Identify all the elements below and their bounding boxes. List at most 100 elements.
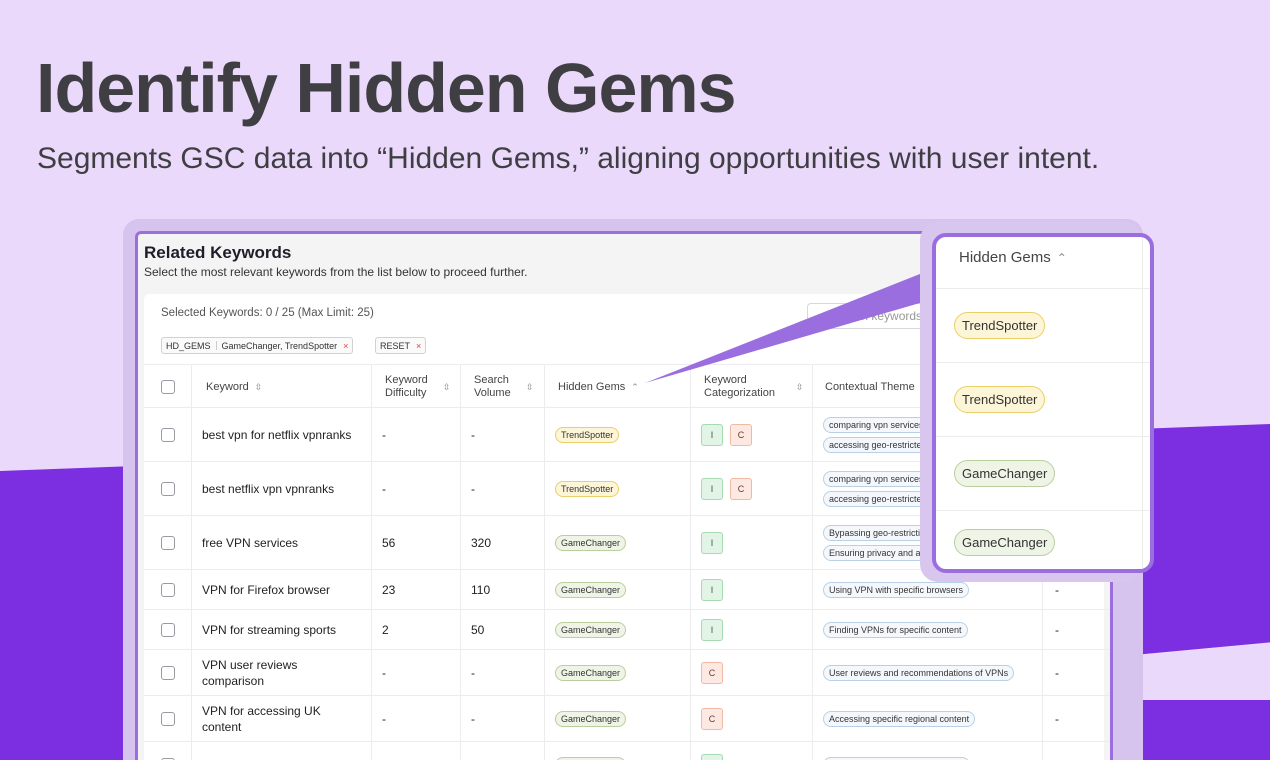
sort-icon[interactable]: ⇳ [796, 382, 804, 393]
difficulty-cell: 2 [372, 610, 461, 649]
sort-icon[interactable]: ⇳ [526, 382, 534, 393]
category-badge: I [701, 477, 723, 500]
theme-cell: Troubleshooting VPN connectivity [813, 742, 1043, 760]
gem-badge: TrendSpotter [555, 480, 620, 497]
keyword-text: VPN troubleshooting guide [202, 757, 345, 760]
zoom-divider [1142, 237, 1143, 569]
select-all-checkbox[interactable] [160, 380, 175, 394]
volume-value: - [471, 665, 475, 680]
gem-badge: GameChanger [555, 581, 627, 598]
col-difficulty[interactable]: Keyword Difficulty ⇳ [372, 365, 461, 409]
extra-value: - [1055, 622, 1059, 637]
card-title: Related Keywords [144, 243, 292, 262]
difficulty-value: - [382, 427, 386, 442]
difficulty-value: - [382, 665, 386, 680]
categorization-cell: I [691, 570, 813, 609]
extra-cell: - [1043, 696, 1110, 741]
theme-tag: accessing geo-restricte [823, 436, 930, 453]
row-select-cell [144, 570, 192, 609]
row-checkbox[interactable] [160, 427, 175, 442]
table-row[interactable]: VPN troubleshooting guide 12 10 GameChan… [144, 742, 1110, 760]
card-subtitle: Select the most relevant keywords from t… [144, 265, 528, 279]
difficulty-cell: - [372, 462, 461, 515]
hidden-gem-cell: GameChanger [545, 650, 691, 695]
gem-badge: GameChanger [954, 460, 1056, 487]
categorization-cell: I [691, 742, 813, 760]
table-row[interactable]: VPN user reviews comparison - - GameChan… [144, 650, 1110, 696]
chip-key: HD_GEMS [166, 341, 211, 351]
keyword-cell: VPN for Firefox browser [192, 570, 372, 609]
extra-value: - [1055, 665, 1059, 680]
gem-badge: TrendSpotter [954, 386, 1046, 413]
category-badge: C [730, 423, 752, 446]
zoom-header[interactable]: Hidden Gems ⌃ [936, 237, 1150, 289]
table-row[interactable]: VPN for streaming sports 2 50 GameChange… [144, 610, 1110, 650]
col-label: Search Volume [474, 374, 511, 399]
hero-subtitle: Segments GSC data into “Hidden Gems,” al… [37, 142, 1100, 175]
difficulty-cell: 23 [372, 570, 461, 609]
row-select-cell [144, 742, 192, 760]
theme-tag: Bypassing geo-restricti [823, 524, 932, 541]
categorization-cell: I [691, 516, 813, 569]
hidden-gem-cell: TrendSpotter [545, 408, 691, 461]
category-badge: I [701, 531, 723, 554]
volume-value: - [471, 711, 475, 726]
categorization-cell: IC [691, 462, 813, 515]
zoom-row: TrendSpotter [936, 289, 1150, 363]
keyword-cell: VPN for streaming sports [192, 610, 372, 649]
sort-up-icon[interactable]: ⌃ [1057, 251, 1067, 265]
row-checkbox[interactable] [160, 481, 175, 496]
row-checkbox[interactable] [160, 711, 175, 726]
hidden-gem-cell: TrendSpotter [545, 462, 691, 515]
row-checkbox[interactable] [160, 665, 175, 680]
volume-value: - [471, 481, 475, 496]
table-row[interactable]: VPN for accessing UK content - - GameCha… [144, 696, 1110, 742]
sort-icon[interactable]: ⇳ [443, 382, 451, 393]
close-icon[interactable]: × [416, 341, 421, 351]
hidden-gem-cell: GameChanger [545, 696, 691, 741]
col-categorization[interactable]: Keyword Categorization ⇳ [691, 365, 813, 409]
col-hidden-gems[interactable]: Hidden Gems ⌃ [545, 365, 691, 409]
row-select-cell [144, 610, 192, 649]
row-select-cell [144, 462, 192, 515]
col-label: Keyword [206, 381, 249, 393]
row-checkbox[interactable] [160, 582, 175, 597]
zoom-header-label: Hidden Gems [959, 249, 1051, 266]
col-keyword[interactable]: Keyword ⇳ [192, 365, 372, 409]
hidden-gem-cell: GameChanger [545, 742, 691, 760]
keyword-cell: VPN for accessing UK content [192, 696, 372, 741]
close-icon[interactable]: × [343, 341, 348, 351]
theme-tag: comparing vpn services [823, 416, 930, 433]
volume-cell: 50 [461, 610, 545, 649]
gem-badge: TrendSpotter [555, 426, 620, 443]
hidden-gems-zoom: Hidden Gems ⌃ TrendSpotter TrendSpotter G… [932, 233, 1154, 573]
sort-icon[interactable]: ⇳ [255, 382, 263, 393]
categorization-cell: C [691, 696, 813, 741]
zoom-row: GameChanger [936, 511, 1150, 569]
sort-up-icon[interactable]: ⌃ [631, 382, 639, 393]
gem-badge: GameChanger [555, 621, 627, 638]
theme-cell: User reviews and recommendations of VPNs [813, 650, 1043, 695]
col-label: Contextual Theme [825, 381, 915, 393]
keyword-cell: VPN user reviews comparison [192, 650, 372, 695]
difficulty-cell: - [372, 650, 461, 695]
difficulty-value: - [382, 481, 386, 496]
zoom-row: TrendSpotter [936, 363, 1150, 437]
difficulty-cell: 12 [372, 742, 461, 760]
category-badge: I [701, 753, 723, 760]
row-select-cell [144, 516, 192, 569]
volume-cell: 110 [461, 570, 545, 609]
col-volume[interactable]: Search Volume ⇳ [461, 365, 545, 409]
extra-cell [1043, 742, 1110, 760]
row-checkbox[interactable] [160, 535, 175, 550]
keyword-text: best netflix vpn vpnranks [202, 481, 335, 496]
filter-chip-hd-gems[interactable]: HD_GEMS GameChanger, TrendSpotter × [161, 337, 354, 354]
reset-chip[interactable]: RESET × [375, 337, 427, 354]
difficulty-value: 56 [382, 535, 396, 550]
row-select-cell [144, 650, 192, 695]
row-checkbox[interactable] [160, 622, 175, 637]
theme-tag: Using VPN with specific browsers [823, 581, 970, 598]
gem-badge: TrendSpotter [954, 312, 1046, 339]
volume-cell: - [461, 696, 545, 741]
difficulty-value: 2 [382, 622, 389, 637]
